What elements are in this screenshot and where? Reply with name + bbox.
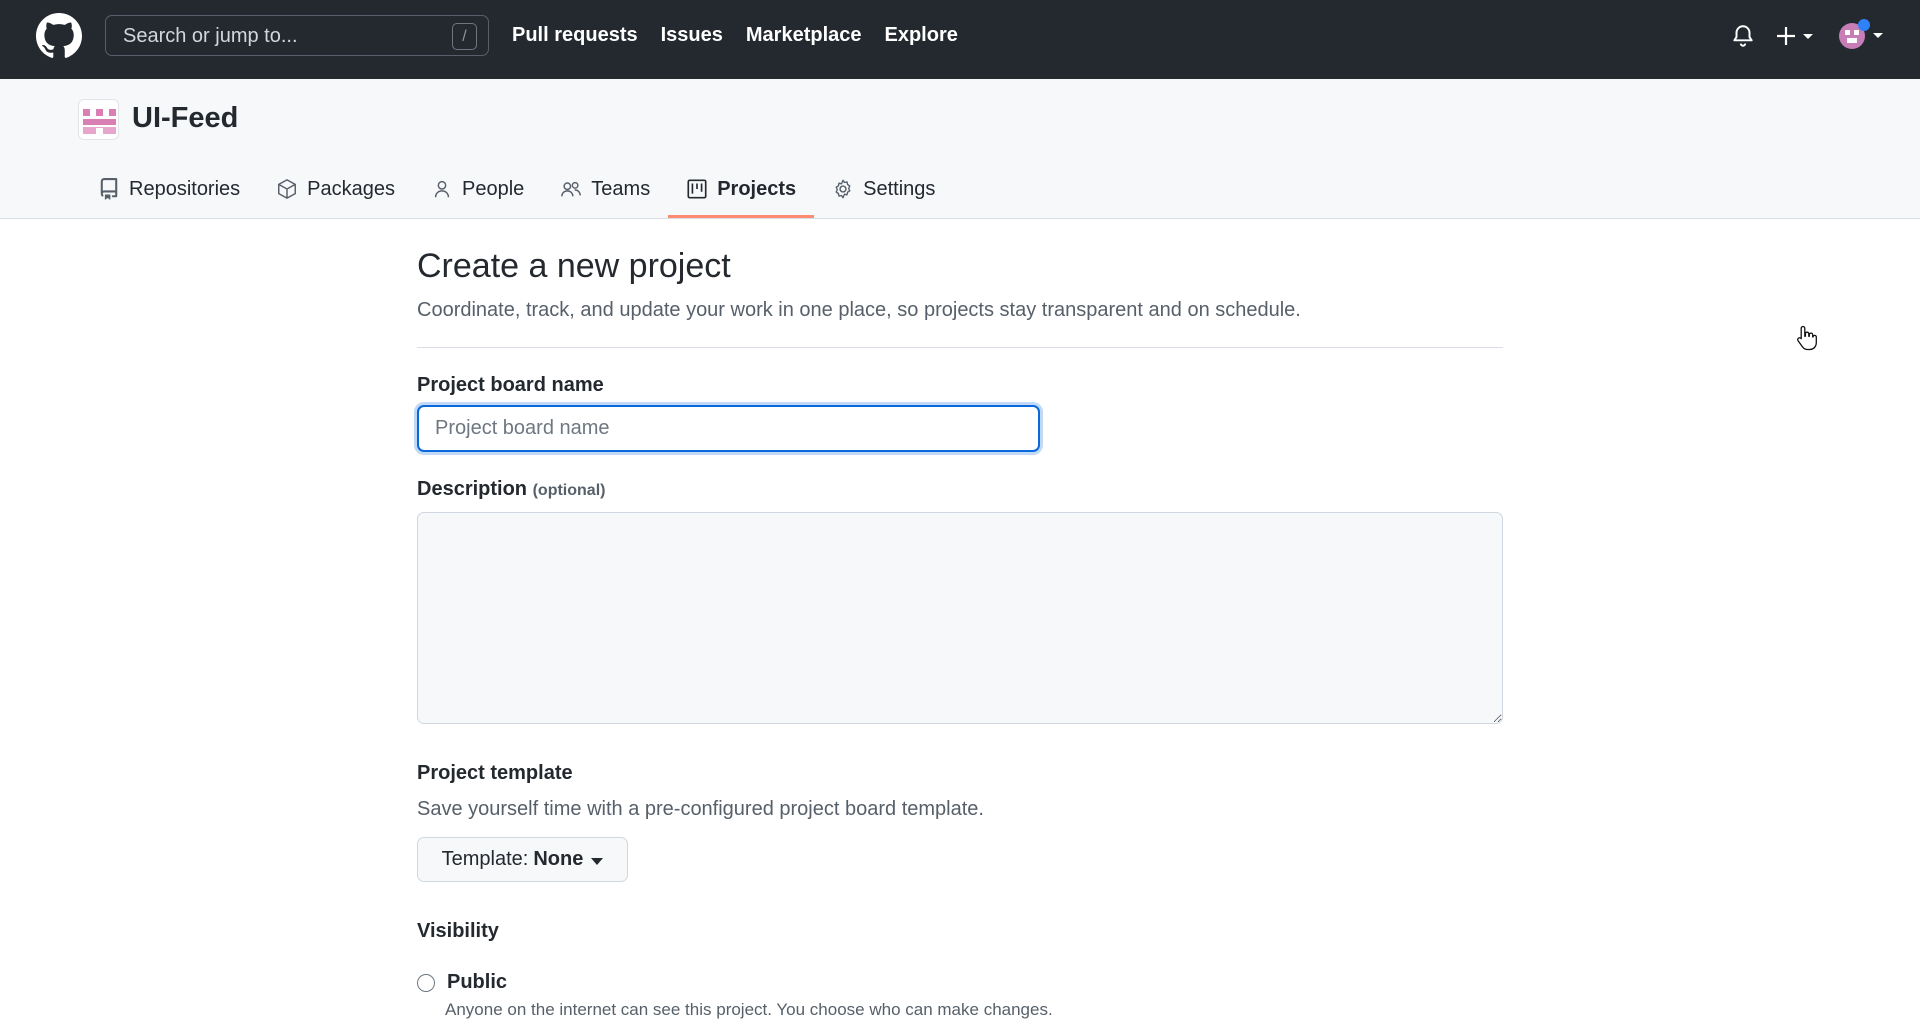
org-header: UI-Feed Repositories Packages People Tea… — [0, 79, 1920, 219]
tab-people[interactable]: People — [413, 161, 542, 217]
nav-pull-requests[interactable]: Pull requests — [512, 24, 638, 47]
project-name-label: Project board name — [417, 374, 604, 396]
chevron-down-icon — [591, 857, 604, 865]
tab-label: Projects — [717, 177, 797, 200]
notifications-bell-icon[interactable] — [1730, 22, 1756, 50]
org-avatar[interactable] — [78, 99, 119, 140]
people-icon — [561, 181, 582, 197]
public-radio[interactable] — [417, 973, 435, 992]
github-logo-icon[interactable] — [36, 13, 82, 59]
org-name[interactable]: UI-Feed — [132, 102, 238, 135]
global-header: Search or jump to... / Pull requests Iss… — [0, 0, 1920, 79]
repo-icon — [100, 178, 118, 200]
tab-label: Packages — [307, 177, 396, 200]
package-icon — [278, 179, 297, 199]
tab-repositories[interactable]: Repositories — [80, 161, 258, 217]
public-label: Public — [447, 971, 508, 993]
hand-cursor-icon — [1797, 325, 1817, 351]
description-label-text: Description — [417, 478, 528, 500]
tab-label: Repositories — [129, 177, 241, 200]
gear-icon — [835, 179, 851, 199]
page-subtitle: Coordinate, track, and update your work … — [417, 299, 1301, 321]
user-avatar-menu[interactable] — [1836, 18, 1886, 54]
public-option[interactable]: Public — [417, 971, 507, 994]
tab-projects[interactable]: Projects — [668, 161, 815, 218]
slash-shortcut-badge: / — [452, 23, 477, 50]
person-icon — [434, 180, 450, 198]
tab-label: Teams — [591, 177, 651, 200]
search-placeholder: Search or jump to... — [123, 25, 298, 47]
divider — [417, 347, 1503, 348]
project-name-input[interactable] — [417, 405, 1040, 452]
tab-settings[interactable]: Settings — [814, 161, 953, 217]
new-project-form: Create a new project Coordinate, track, … — [417, 247, 1503, 1019]
project-icon — [687, 179, 707, 199]
org-tabs: Repositories Packages People Teams Proje… — [80, 161, 953, 218]
template-select-button[interactable]: Template: None — [417, 837, 628, 882]
ui-feed-logo-icon — [83, 109, 116, 134]
template-description: Save yourself time with a pre-configured… — [417, 798, 984, 820]
public-description: Anyone on the internet can see this proj… — [445, 1000, 1053, 1019]
template-label: Project template — [417, 762, 573, 784]
page-title: Create a new project — [417, 247, 731, 285]
tab-packages[interactable]: Packages — [258, 161, 413, 217]
tab-label: Settings — [863, 177, 936, 200]
description-label: Description (optional) — [417, 478, 605, 501]
nav-marketplace[interactable]: Marketplace — [746, 24, 862, 47]
search-input[interactable]: Search or jump to... / — [105, 15, 489, 56]
visibility-label: Visibility — [417, 920, 499, 942]
tab-label: People — [462, 177, 525, 200]
description-textarea[interactable] — [417, 512, 1503, 724]
template-prefix: Template: — [441, 848, 529, 870]
optional-hint: (optional) — [532, 482, 606, 499]
nav-explore[interactable]: Explore — [885, 24, 958, 47]
global-nav: Pull requests Issues Marketplace Explore — [512, 24, 958, 47]
template-value: None — [533, 848, 584, 870]
tab-teams[interactable]: Teams — [542, 161, 668, 217]
nav-issues[interactable]: Issues — [661, 24, 723, 47]
create-new-plus-icon[interactable] — [1776, 22, 1816, 50]
